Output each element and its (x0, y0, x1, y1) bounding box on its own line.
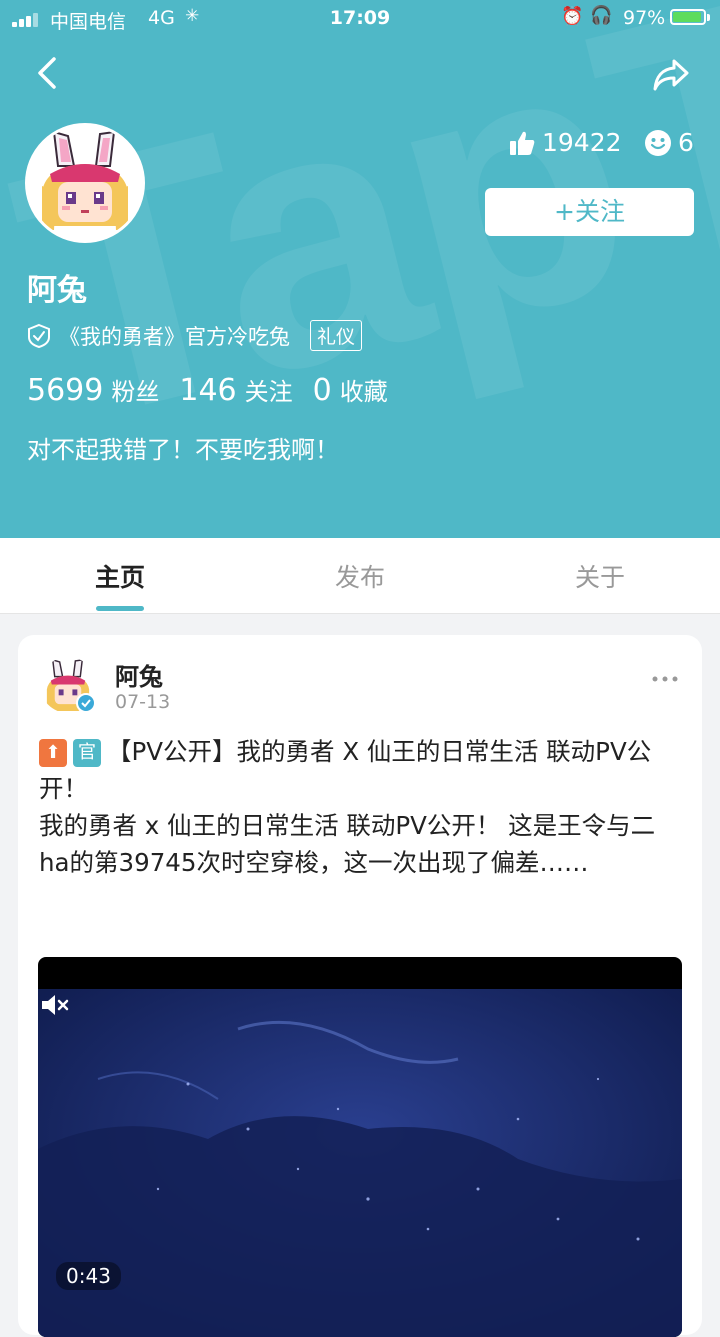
verification-text: 《我的勇者》官方冷吃兔 (59, 324, 290, 349)
profile-bio: 对不起我错了！不要吃我啊！ (27, 436, 339, 464)
profile-counts: 5699 粉丝 146 关注 0 收藏 (27, 372, 408, 408)
mood-stat: 6 (644, 128, 694, 157)
video-thumbnail (38, 989, 682, 1337)
favorites-count[interactable]: 0 (313, 373, 332, 408)
tab-home[interactable]: 主页 (60, 558, 180, 594)
post-text[interactable]: ⬆ 官【PV公开】我的勇者 X 仙王的日常生活 联动PV公开！ 我的勇者 x 仙王… (39, 733, 683, 881)
fans-label[interactable]: 粉丝 (111, 372, 159, 407)
profile-header: TapTap 中国电信 4G ✳ 17:09 ⏰ 🎧 97% 19422 6 +… (0, 0, 720, 538)
battery-percent: 97% (623, 7, 666, 29)
post-title-line: ⬆ 官【PV公开】我的勇者 X 仙王的日常生活 联动PV公开！ (39, 733, 683, 807)
mood-count: 6 (678, 128, 694, 157)
alarm-icon: ⏰ (561, 6, 584, 27)
post-author-name[interactable]: 阿兔 (115, 657, 163, 692)
likes-stat: 19422 (508, 128, 622, 157)
smiley-icon (645, 129, 671, 156)
video-player[interactable]: 0:43 (38, 957, 682, 1337)
tab-posts[interactable]: 发布 (300, 558, 420, 594)
favorites-label[interactable]: 收藏 (340, 372, 388, 407)
following-label[interactable]: 关注 (245, 372, 293, 407)
upvote-pill-icon: ⬆ (39, 739, 67, 767)
profile-name: 阿兔 (27, 273, 87, 308)
fans-count[interactable]: 5699 (27, 373, 103, 408)
back-arrow-icon[interactable] (30, 55, 66, 91)
etiquette-tag[interactable]: 礼仪 (310, 320, 363, 351)
post-card[interactable]: 阿兔 07-13 ⬆ 官【PV公开】我的勇者 X 仙王的日常生活 联动PV公开！ … (18, 635, 702, 1337)
following-count[interactable]: 146 (179, 373, 236, 408)
verified-shield-icon (28, 323, 50, 348)
post-date: 07-13 (115, 691, 171, 713)
status-bar: 中国电信 4G ✳ 17:09 ⏰ 🎧 97% (0, 0, 720, 38)
thumbs-up-icon (510, 131, 535, 155)
follow-button[interactable]: +关注 (485, 188, 694, 236)
tab-about[interactable]: 关于 (540, 558, 660, 594)
verified-badge-icon (76, 693, 96, 713)
avatar[interactable] (25, 123, 145, 243)
mute-icon[interactable] (38, 989, 70, 1021)
headphones-icon: 🎧 (590, 5, 613, 26)
active-tab-indicator (96, 606, 144, 611)
more-options-icon[interactable] (652, 675, 678, 683)
profile-tabs: 主页 发布 关于 (0, 538, 720, 614)
post-body: 我的勇者 x 仙王的日常生活 联动PV公开！ 这是王令与二ha的第39745次时… (39, 811, 656, 877)
battery-icon (670, 9, 706, 25)
video-duration: 0:43 (56, 1262, 121, 1290)
verification-row: 《我的勇者》官方冷吃兔 礼仪 (27, 320, 363, 351)
share-icon[interactable] (652, 55, 690, 93)
post-title: 【PV公开】我的勇者 X 仙王的日常生活 联动PV公开！ (39, 737, 652, 803)
likes-count: 19422 (542, 128, 622, 157)
official-pill: 官 (73, 739, 101, 767)
